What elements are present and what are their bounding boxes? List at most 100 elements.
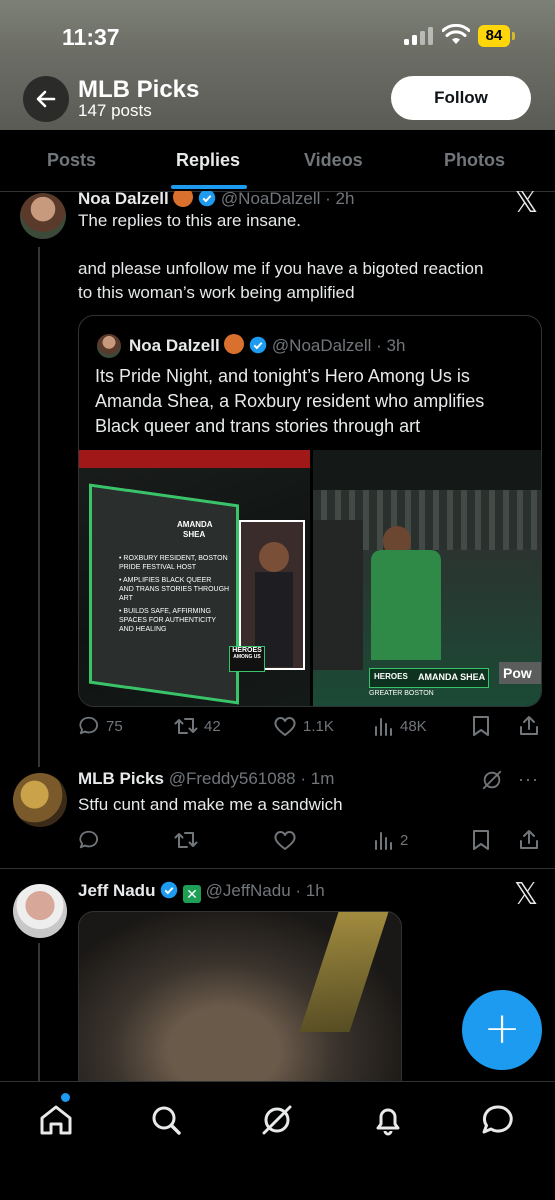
quote-author-name: Noa Dalzell [129, 336, 220, 355]
chat-icon [482, 1105, 513, 1134]
tweet-text-line: The replies to this are insane. [78, 211, 302, 230]
replies-feed: Noa Dalzell @NoaDalzell · 2h 𝕏 The repli… [0, 191, 555, 1081]
video-thumbnail[interactable] [78, 911, 402, 1081]
tab-posts[interactable]: Posts [47, 130, 96, 192]
thread-line [38, 247, 40, 767]
basketball-emoji-icon [173, 191, 194, 207]
views-button[interactable]: 48K [374, 711, 427, 741]
wifi-icon [442, 24, 470, 44]
avatar[interactable] [13, 884, 67, 938]
nav-grok[interactable] [255, 1098, 299, 1142]
more-options-icon[interactable]: ··· [518, 769, 539, 790]
like-button[interactable]: 1.1K [273, 711, 334, 741]
profile-name: MLB Picks [78, 76, 200, 103]
avatar[interactable] [13, 773, 67, 827]
basketball-emoji-icon [224, 334, 245, 354]
verified-badge-icon [249, 336, 267, 354]
heart-icon [274, 831, 296, 850]
avatar[interactable] [20, 193, 66, 239]
x-logo-icon: 𝕏 [514, 191, 539, 220]
follow-button[interactable]: Follow [391, 76, 531, 120]
active-tab-indicator [171, 185, 247, 189]
back-button[interactable] [23, 76, 69, 122]
share-icon [520, 830, 538, 849]
tweet-header: Noa Dalzell @NoaDalzell · 2h [78, 191, 354, 209]
nav-notifications[interactable] [366, 1098, 410, 1142]
name-banner: HEROES AMANDA SHEA [369, 668, 489, 688]
share-button[interactable] [518, 711, 540, 741]
tweet-text-line: to this woman’s work being amplified [78, 283, 355, 302]
bell-icon [376, 1108, 400, 1136]
quote-image-court[interactable]: HEROES AMANDA SHEA GREATER BOSTON Pow [313, 450, 541, 706]
x-logo-icon: 𝕏 [514, 877, 539, 912]
nav-messages[interactable] [476, 1098, 520, 1142]
nav-home[interactable] [34, 1098, 78, 1142]
quote-header: Noa Dalzell @NoaDalzell · 3h [129, 334, 405, 356]
profile-tabs: Posts Replies Videos Photos [0, 130, 555, 192]
heart-icon [274, 717, 296, 736]
bookmark-icon [473, 830, 489, 850]
quote-text-line: Amanda Shea, a Roxbury resident who ampl… [95, 391, 485, 411]
screen-text: AMANDA [177, 520, 213, 529]
banner-subtitle: GREATER BOSTON [369, 690, 434, 697]
verified-badge-icon [160, 881, 178, 899]
quote-text-line: Its Pride Night, and tonight’s Hero Amon… [95, 366, 470, 386]
tweet-time: · 1m [300, 769, 335, 788]
like-button[interactable] [273, 825, 297, 855]
screen-text: SHEA [183, 530, 206, 539]
author-handle[interactable]: @Freddy561088 [169, 769, 296, 788]
arrow-left-icon [36, 90, 56, 108]
repost-button[interactable] [174, 825, 198, 855]
reply-button[interactable] [78, 825, 100, 855]
quoted-tweet[interactable]: Noa Dalzell @NoaDalzell · 3h Its Pride N… [78, 315, 542, 707]
profile-header: 11:37 84 MLB Picks 147 posts Follow [0, 0, 555, 130]
tweet-header: MLB Picks @Freddy561088 · 1m [78, 769, 334, 789]
tweet-header: Jeff Nadu ✕ @JeffNadu · 1h [78, 881, 325, 903]
view-count: 2 [400, 831, 409, 849]
author-handle[interactable]: @NoaDalzell [221, 191, 320, 208]
person-left [313, 520, 363, 670]
tab-photos[interactable]: Photos [444, 130, 505, 192]
search-icon [152, 1106, 181, 1135]
bookmark-button[interactable] [472, 711, 490, 741]
bottom-navigation [0, 1081, 555, 1200]
bookmark-button[interactable] [472, 825, 490, 855]
green-jacket [371, 550, 441, 660]
quote-time: · 3h [376, 336, 406, 355]
tweet-divider [0, 868, 555, 869]
signal-icon [404, 27, 433, 45]
repost-count: 42 [204, 717, 221, 735]
plus-icon: + [483, 1003, 521, 1054]
repost-button[interactable]: 42 [174, 711, 221, 741]
tab-videos[interactable]: Videos [304, 130, 363, 192]
author-handle[interactable]: @JeffNadu [206, 881, 291, 900]
compose-button[interactable]: + [462, 990, 542, 1070]
heroes-badge: HEROES AMONG US [229, 646, 265, 672]
author-name[interactable]: MLB Picks [78, 769, 164, 788]
avatar [97, 334, 121, 358]
quote-text-line: Black queer and trans stories through ar… [95, 416, 421, 436]
reply-button[interactable]: 75 [78, 711, 123, 741]
tweet-time: · 1h [295, 881, 325, 900]
nav-search[interactable] [144, 1098, 188, 1142]
quote-image-arena-screen[interactable]: AMANDA SHEA • ROXBURY RESIDENT, BOSTON P… [79, 450, 310, 706]
verified-badge-icon [198, 191, 216, 207]
grok-icon[interactable] [481, 769, 503, 791]
author-name[interactable]: Jeff Nadu [78, 881, 155, 900]
home-icon [40, 1105, 72, 1135]
thread-line [38, 943, 40, 1081]
author-name[interactable]: Noa Dalzell [78, 191, 169, 208]
grok-icon [262, 1105, 292, 1135]
battery-indicator: 84 [478, 25, 516, 47]
home-notification-dot [61, 1093, 70, 1102]
repost-icon [174, 718, 198, 734]
tweet-actions: 75 42 1.1K 48K [78, 711, 540, 741]
status-time: 11:37 [62, 24, 120, 50]
reply-count: 75 [106, 717, 123, 735]
tweet-text: Stfu cunt and make me a sandwich [78, 795, 343, 814]
tab-replies[interactable]: Replies [176, 130, 240, 192]
share-button[interactable] [518, 825, 540, 855]
views-button[interactable]: 2 [374, 825, 408, 855]
views-icon [375, 832, 392, 850]
battery-level: 84 [478, 25, 510, 47]
